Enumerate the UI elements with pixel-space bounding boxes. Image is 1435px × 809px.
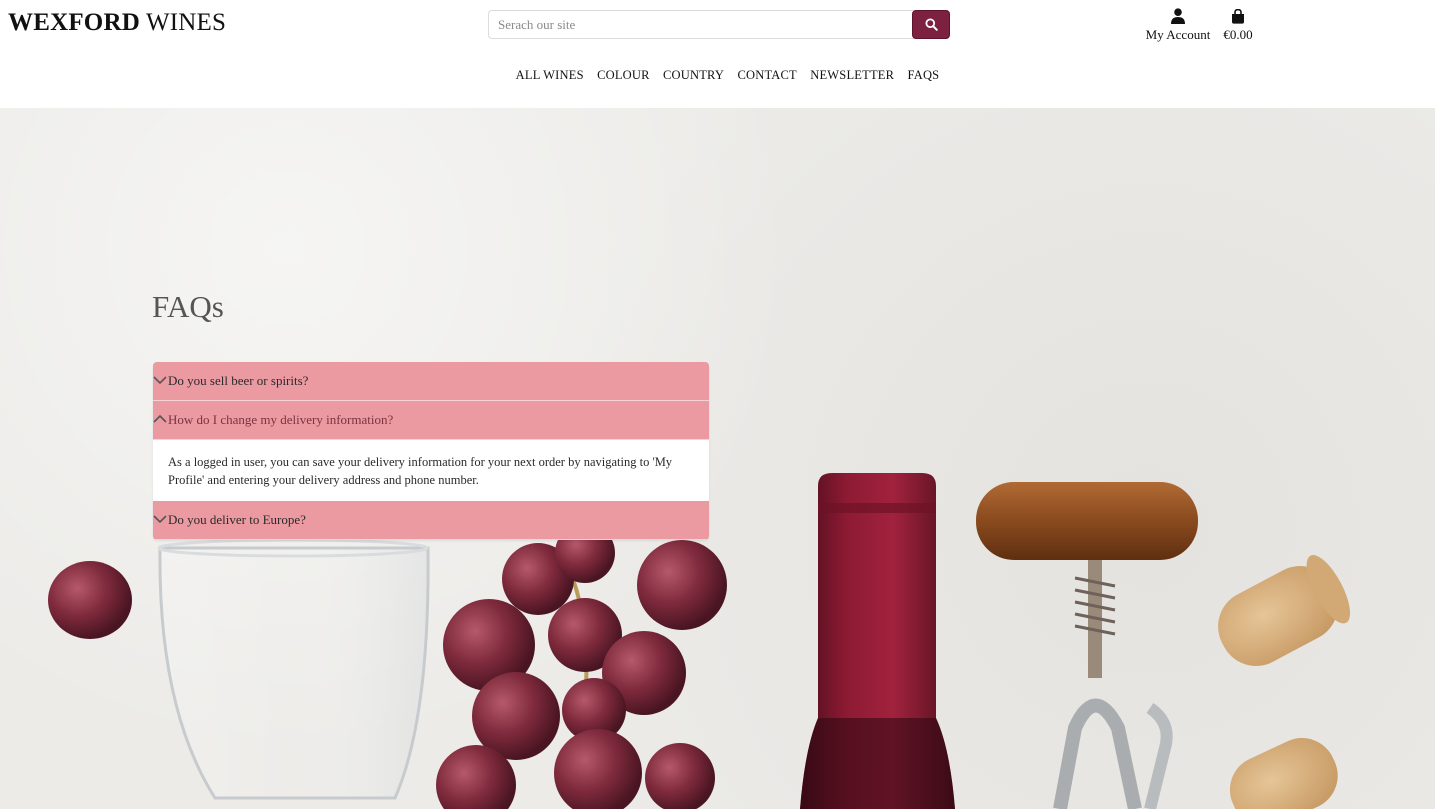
hero-background: FAQs Do you sell beer or spirits? How do… [0,108,1435,809]
faq-question-beer-spirits[interactable]: Do you sell beer or spirits? [153,362,709,401]
cart-total: €0.00 [1223,27,1253,42]
faq-question-label: Do you deliver to Europe? [168,512,306,527]
cart-link[interactable]: €0.00 [1218,7,1258,43]
search-form [488,10,950,39]
nav-contact[interactable]: CONTACT [737,68,796,83]
nav-all-wines[interactable]: ALL WINES [516,68,584,83]
faq-question-deliver-europe[interactable]: Do you deliver to Europe? [153,501,709,540]
search-input[interactable] [488,10,914,39]
faq-question-label: Do you sell beer or spirits? [168,373,309,388]
faq-answer-delivery-info: As a logged in user, you can save your d… [153,440,709,501]
page-title: FAQs [152,289,224,324]
site-header: WEXFORD WINES My Account €0.00 [0,0,1435,108]
chevron-up-icon [153,414,167,423]
shopping-bag-icon [1232,8,1244,24]
brand-logo[interactable]: WEXFORD WINES [8,9,226,37]
faq-accordion: Do you sell beer or spirits? How do I ch… [153,362,709,540]
search-button[interactable] [912,10,950,39]
nav-newsletter[interactable]: NEWSLETTER [810,68,894,83]
nav-country[interactable]: COUNTRY [663,68,724,83]
main-nav: ALL WINES COLOUR COUNTRY CONTACT NEWSLET… [0,68,1435,83]
my-account-label: My Account [1145,27,1211,42]
nav-faqs[interactable]: FAQS [908,68,940,83]
chevron-down-icon [153,515,167,524]
chevron-down-icon [153,376,167,385]
faq-question-delivery-info[interactable]: How do I change my delivery information? [153,401,709,440]
user-icon [1171,8,1185,24]
nav-colour[interactable]: COLOUR [597,68,650,83]
search-icon [924,18,938,31]
my-account-link[interactable]: My Account [1144,7,1212,43]
faq-question-label: How do I change my delivery information? [168,412,394,427]
